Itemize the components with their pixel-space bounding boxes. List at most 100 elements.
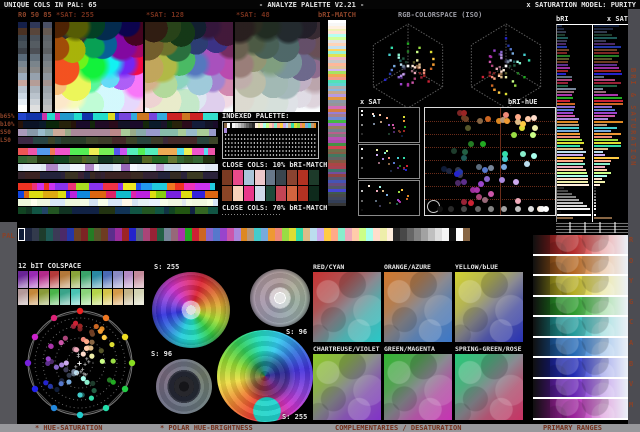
pal-swatch[interactable] — [407, 228, 415, 241]
close-col-swatch[interactable] — [287, 186, 298, 201]
close-col-swatch[interactable] — [276, 186, 287, 201]
close-col-swatch[interactable] — [232, 186, 243, 201]
pal-swatch[interactable] — [31, 228, 39, 241]
pal-swatch[interactable] — [379, 228, 387, 241]
pal-swatch[interactable] — [344, 228, 352, 241]
pal-swatch[interactable] — [143, 228, 151, 241]
pal-swatch[interactable] — [268, 228, 276, 241]
close-col-swatch[interactable] — [243, 170, 254, 185]
pal-swatch[interactable] — [386, 228, 394, 241]
pal-swatch[interactable] — [316, 228, 324, 241]
ramp-column — [18, 22, 28, 112]
x-sat-dot — [361, 156, 363, 159]
pal-swatch[interactable] — [421, 228, 429, 241]
pal-swatch[interactable] — [282, 228, 290, 241]
pal-swatch[interactable] — [59, 228, 67, 241]
pal-swatch[interactable] — [435, 228, 443, 241]
pal-swatch[interactable] — [24, 228, 32, 241]
pal-swatch[interactable] — [164, 228, 171, 241]
pal-swatch[interactable] — [66, 228, 74, 241]
pal-swatch[interactable] — [129, 228, 137, 241]
scatter-dot — [520, 121, 527, 128]
close-col-swatch[interactable] — [243, 186, 254, 201]
sat-bar — [594, 34, 612, 36]
pal-swatch[interactable] — [442, 228, 450, 241]
indexed-palette-cells[interactable] — [224, 123, 317, 133]
pal-swatch[interactable] — [18, 228, 25, 241]
pal-swatch[interactable] — [191, 228, 199, 241]
pal-swatch[interactable] — [337, 228, 345, 241]
strip-cell — [112, 137, 126, 144]
pal-swatch[interactable] — [52, 228, 60, 241]
pal-swatch[interactable] — [136, 228, 144, 241]
scatter-dot — [488, 165, 495, 172]
pal-swatch[interactable] — [414, 228, 422, 241]
pal-swatch[interactable] — [205, 228, 213, 241]
pal-swatch[interactable] — [87, 228, 95, 241]
close-col-swatch[interactable] — [298, 186, 309, 201]
bri-bar — [557, 31, 567, 33]
pal-swatch[interactable] — [38, 228, 46, 241]
close-col-swatch[interactable] — [265, 186, 276, 201]
saturation-model[interactable]: x SATURATION MODEL: PURITY — [526, 1, 636, 9]
pal-swatch[interactable] — [247, 228, 255, 241]
primary-range-strip — [550, 276, 628, 295]
pal-swatch[interactable] — [80, 228, 88, 241]
close-col-swatch[interactable] — [309, 170, 320, 185]
pal-swatch[interactable] — [310, 228, 317, 241]
pal-swatch[interactable] — [101, 228, 109, 241]
close-col-swatch[interactable] — [222, 170, 232, 185]
pal-swatch[interactable] — [226, 228, 234, 241]
pal-swatch[interactable] — [261, 228, 269, 241]
pal-swatch[interactable] — [296, 228, 304, 241]
close-col-swatch[interactable] — [254, 186, 265, 201]
pal-swatch[interactable] — [212, 228, 220, 241]
pal-swatch[interactable] — [240, 228, 248, 241]
pal-swatch[interactable] — [157, 228, 165, 241]
wheel-color-dot — [84, 338, 90, 345]
pal-swatch[interactable] — [184, 228, 192, 241]
pal-swatch[interactable] — [303, 228, 311, 241]
pal-swatch[interactable] — [122, 228, 130, 241]
wheel-color-dot — [89, 329, 95, 335]
pal-swatch[interactable] — [177, 228, 185, 241]
pal-swatch[interactable] — [428, 228, 436, 241]
pal-swatch[interactable] — [400, 228, 408, 241]
pal-swatch[interactable] — [45, 228, 53, 241]
pal-swatch[interactable] — [198, 228, 206, 241]
pal-swatch[interactable] — [219, 228, 227, 241]
pal-swatch[interactable] — [108, 228, 116, 241]
close-col-swatch[interactable] — [309, 186, 320, 201]
close-col-swatch[interactable] — [287, 170, 298, 185]
pal-swatch[interactable] — [150, 228, 158, 241]
sat-bar — [594, 79, 616, 81]
indexed-palette-cell[interactable] — [313, 123, 317, 128]
x-sat-dot — [406, 165, 408, 168]
close-col-swatch[interactable] — [265, 170, 276, 185]
palette-strip-row — [0, 172, 218, 179]
pal-swatch[interactable] — [115, 228, 123, 241]
pal-swatch[interactable] — [351, 228, 359, 241]
pal-swatch[interactable] — [275, 228, 283, 241]
close-col-swatch[interactable] — [276, 170, 287, 185]
pal-swatch[interactable] — [233, 228, 241, 241]
pal-swatch[interactable] — [393, 228, 401, 241]
pal-swatch[interactable] — [330, 228, 338, 241]
close-col-swatch[interactable] — [232, 170, 243, 185]
pal-swatch[interactable] — [372, 228, 380, 241]
pal-strip[interactable] — [18, 228, 470, 241]
close-col-swatch[interactable] — [222, 186, 232, 201]
pal-swatch[interactable] — [170, 228, 178, 241]
pal-swatch[interactable] — [358, 228, 366, 241]
pal-swatch[interactable] — [254, 228, 262, 241]
close-col-swatch[interactable] — [254, 170, 265, 185]
pal-swatch[interactable] — [94, 228, 102, 241]
close-col-swatch[interactable] — [298, 170, 309, 185]
pal-swatch[interactable] — [456, 228, 463, 241]
pal-swatch[interactable] — [449, 228, 457, 241]
pal-swatch[interactable] — [463, 228, 470, 241]
pal-swatch[interactable] — [365, 228, 373, 241]
pal-swatch[interactable] — [73, 228, 81, 241]
pal-swatch[interactable] — [323, 228, 331, 241]
pal-swatch[interactable] — [289, 228, 297, 241]
